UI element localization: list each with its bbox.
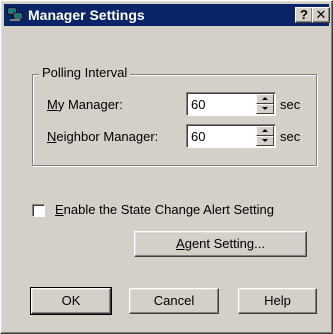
- my-manager-spin-buttons: [256, 94, 274, 114]
- my-manager-spinbox[interactable]: [186, 92, 276, 116]
- arrow-up-icon: [262, 129, 268, 132]
- arrow-up-icon: [262, 97, 268, 100]
- my-manager-label-text: y Manager:: [57, 97, 123, 112]
- agent-setting-button[interactable]: Agent Setting...: [134, 231, 307, 257]
- agent-setting-label: gent Setting...: [184, 236, 265, 251]
- neighbor-manager-input[interactable]: [189, 127, 255, 145]
- ok-button[interactable]: OK: [30, 287, 112, 315]
- state-change-alert-checkbox[interactable]: [32, 204, 45, 217]
- title-bar[interactable]: Manager Settings ? ✕: [4, 4, 330, 26]
- arrow-down-icon: [262, 107, 268, 110]
- manager-settings-dialog: Manager Settings ? ✕ Polling Interval My…: [0, 0, 333, 334]
- my-manager-label: My Manager:: [47, 97, 123, 113]
- window-title: Manager Settings: [28, 7, 145, 23]
- state-change-alert-label-text: nable the State Change Alert Setting: [63, 202, 274, 217]
- my-manager-unit: sec: [280, 97, 301, 112]
- polling-interval-group: [32, 74, 317, 166]
- neighbor-manager-access-key: N: [47, 129, 57, 144]
- my-manager-input[interactable]: [189, 95, 255, 113]
- neighbor-manager-spinbox[interactable]: [186, 124, 276, 148]
- cancel-button[interactable]: Cancel: [129, 288, 219, 314]
- my-manager-decrement-button[interactable]: [256, 104, 274, 114]
- agent-setting-access-key: A: [176, 236, 185, 251]
- neighbor-manager-label-text: eighbor Manager:: [56, 129, 159, 144]
- neighbor-manager-unit: sec: [280, 129, 301, 144]
- neighbor-manager-decrement-button[interactable]: [256, 136, 274, 146]
- my-manager-increment-button[interactable]: [256, 94, 274, 104]
- network-computer-icon: [7, 7, 23, 21]
- state-change-alert-label[interactable]: Enable the State Change Alert Setting: [55, 202, 274, 218]
- neighbor-manager-increment-button[interactable]: [256, 126, 274, 136]
- help-button[interactable]: Help: [238, 288, 317, 314]
- help-title-button[interactable]: ?: [295, 7, 313, 23]
- close-button[interactable]: ✕: [312, 7, 330, 23]
- my-manager-access-key: M: [47, 97, 58, 112]
- neighbor-manager-label: Neighbor Manager:: [47, 129, 158, 145]
- state-change-alert-access-key: E: [55, 202, 64, 217]
- arrow-down-icon: [262, 139, 268, 142]
- neighbor-manager-spin-buttons: [256, 126, 274, 146]
- polling-interval-label: Polling Interval: [39, 65, 131, 80]
